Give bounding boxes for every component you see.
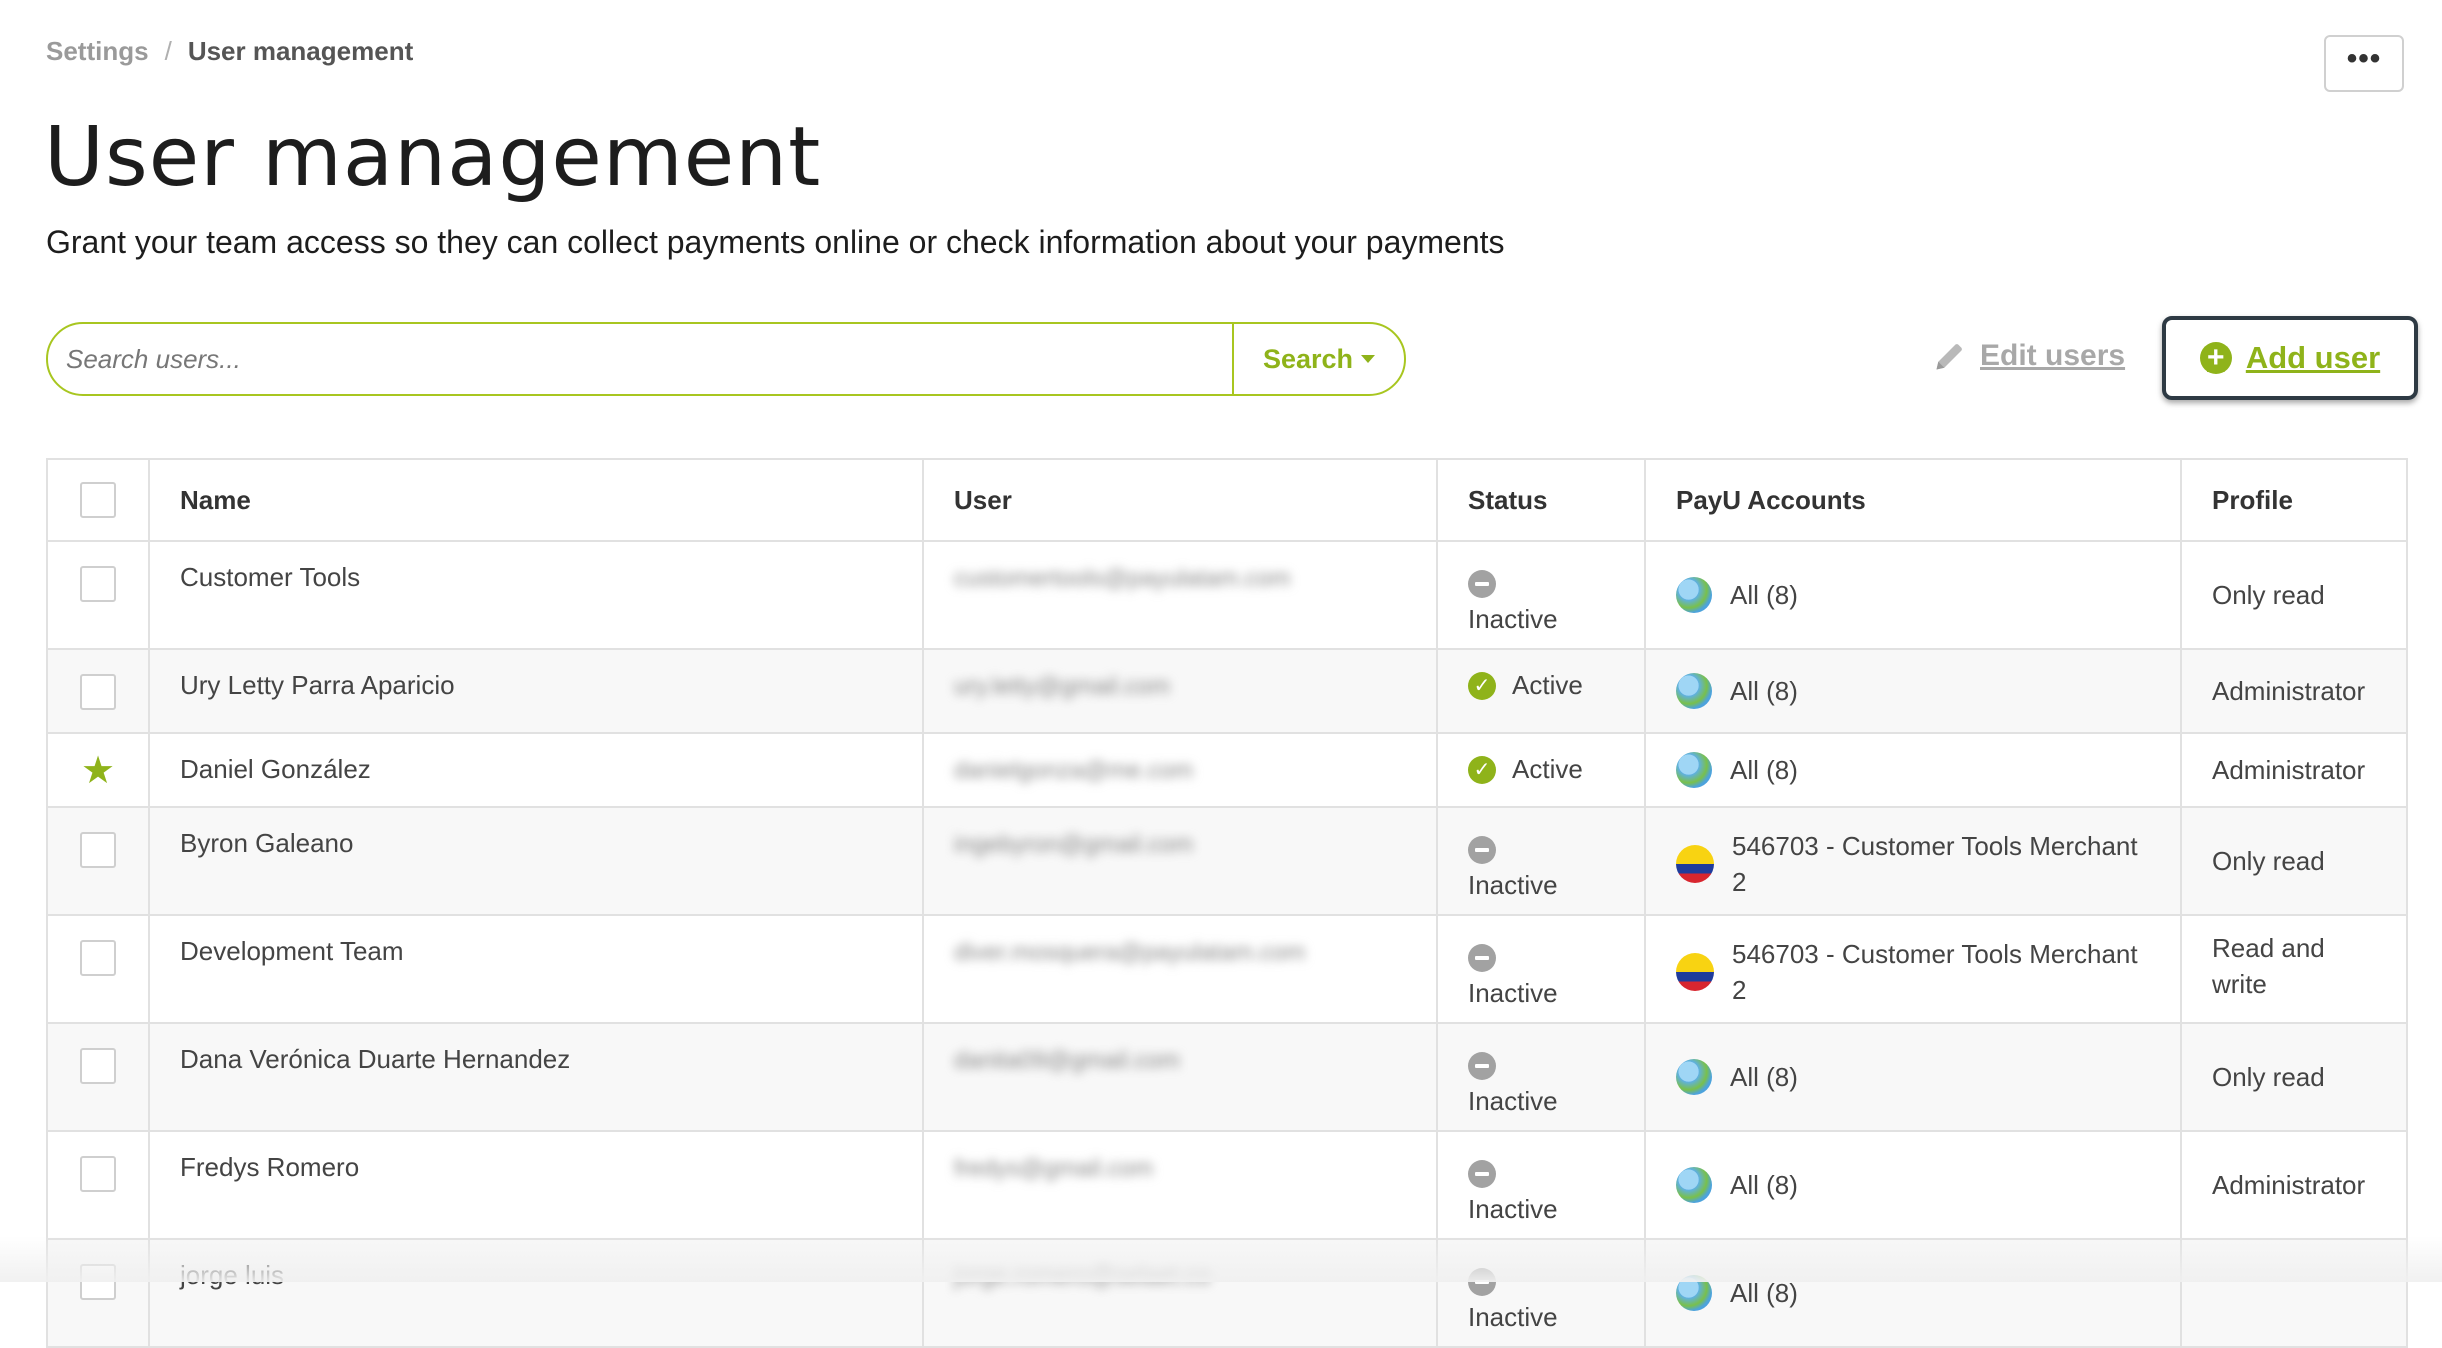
table-header-row: Name User Status PayU Accounts Profile (46, 458, 2408, 542)
search-button-label: Search (1262, 343, 1354, 374)
breadcrumb: Settings / User management (46, 36, 413, 67)
caret-down-icon (1361, 355, 1376, 363)
table-row[interactable]: Development Team diver.mosquera@payulata… (46, 914, 2408, 1024)
account-label: All (8) (1730, 1061, 1798, 1092)
account-label: All (8) (1730, 675, 1798, 706)
colombia-flag-icon (1676, 845, 1714, 883)
status-cell: Inactive (1436, 806, 1646, 916)
pencil-icon (1936, 344, 1962, 370)
row-checkbox[interactable] (80, 832, 116, 868)
globe-icon (1676, 752, 1712, 788)
profile-label: Administrator (2180, 732, 2408, 808)
breadcrumb-current: User management (187, 36, 414, 66)
add-user-button[interactable]: + Add user (2162, 316, 2418, 400)
row-checkbox[interactable] (80, 1156, 116, 1192)
row-checkbox[interactable] (80, 1048, 116, 1084)
more-options-button[interactable]: ••• (2324, 35, 2404, 92)
inactive-status-icon (1468, 1052, 1496, 1080)
inactive-status-icon (1468, 1160, 1496, 1188)
page-subtitle: Grant your team access so they can colle… (46, 224, 1505, 260)
table-row[interactable]: Byron Galeano ingebyron@gmail.com Inacti… (46, 806, 2408, 916)
edit-users-link[interactable]: Edit users (1932, 338, 2125, 374)
user-name: Development Team (148, 914, 924, 1024)
status-cell: Inactive (1436, 1130, 1646, 1240)
page-title: User management (44, 110, 822, 205)
inactive-status-icon (1468, 944, 1496, 972)
status-label: Inactive (1468, 1086, 1558, 1116)
profile-label: Administrator (2180, 1130, 2408, 1240)
status-label: Inactive (1468, 604, 1558, 634)
users-table: Name User Status PayU Accounts Profile C… (46, 458, 2408, 1348)
user-email: ury.letty@gmail.com (954, 673, 1170, 700)
active-check-icon: ✓ (1468, 671, 1496, 700)
column-header-user[interactable]: User (922, 458, 1438, 542)
colombia-flag-icon (1676, 953, 1714, 991)
account-label: All (8) (1730, 1277, 1798, 1308)
user-name: Ury Letty Parra Aparicio (148, 648, 924, 734)
profile-label: Administrator (2180, 648, 2408, 734)
add-user-label: Add user (2245, 340, 2381, 375)
column-header-status[interactable]: Status (1436, 458, 1646, 542)
profile-label: Read and write (2180, 914, 2408, 1024)
breadcrumb-separator: / (164, 36, 172, 66)
select-all-checkbox[interactable] (80, 482, 116, 518)
user-email: customertools@payulatam.com (954, 565, 1291, 592)
search-bar: Search (46, 322, 1406, 396)
user-name: Daniel González (148, 732, 924, 808)
row-checkbox[interactable] (80, 566, 116, 602)
inactive-status-icon (1468, 570, 1496, 598)
table-row[interactable]: Fredys Romero fredys@gmail.com Inactive … (46, 1130, 2408, 1240)
bottom-fade (0, 1236, 2442, 1282)
globe-icon (1676, 1059, 1712, 1095)
status-label: Inactive (1468, 1194, 1558, 1224)
search-input[interactable] (48, 324, 1232, 394)
edit-users-label: Edit users (1980, 339, 2126, 372)
search-button[interactable]: Search (1232, 324, 1404, 394)
plus-circle-icon: + (2199, 342, 2232, 374)
profile-label: Only read (2180, 806, 2408, 916)
table-row[interactable]: ★ Daniel González danielgonza@me.com ✓ Ac… (46, 732, 2408, 808)
column-header-profile[interactable]: Profile (2180, 458, 2408, 542)
account-label: 546703 - Customer Tools Merchant 2 (1732, 831, 2138, 897)
globe-icon (1676, 1167, 1712, 1203)
user-name: Byron Galeano (148, 806, 924, 916)
status-label: Inactive (1468, 978, 1558, 1008)
star-icon[interactable]: ★ (78, 752, 118, 790)
profile-label: Only read (2180, 540, 2408, 650)
column-header-name[interactable]: Name (148, 458, 924, 542)
account-label: All (8) (1730, 754, 1798, 785)
status-cell: Inactive (1436, 540, 1646, 650)
active-check-icon: ✓ (1468, 755, 1496, 784)
column-header-accounts[interactable]: PayU Accounts (1644, 458, 2182, 542)
row-checkbox[interactable] (80, 940, 116, 976)
user-name: Fredys Romero (148, 1130, 924, 1240)
user-name: Dana Verónica Duarte Hernandez (148, 1022, 924, 1132)
status-label: Active (1512, 670, 1583, 700)
globe-icon (1676, 673, 1712, 709)
profile-label: Only read (2180, 1022, 2408, 1132)
breadcrumb-settings-link[interactable]: Settings (46, 36, 149, 66)
status-label: Inactive (1468, 870, 1558, 900)
account-label: 546703 - Customer Tools Merchant 2 (1732, 939, 2138, 1005)
user-email: danita09@gmail.com (954, 1047, 1180, 1074)
account-label: All (8) (1730, 579, 1798, 610)
more-icon: ••• (2346, 41, 2382, 75)
user-email: danielgonza@me.com (954, 757, 1194, 784)
user-name: Customer Tools (148, 540, 924, 650)
user-email: diver.mosquera@payulatam.com (954, 939, 1306, 966)
table-row[interactable]: Dana Verónica Duarte Hernandez danita09@… (46, 1022, 2408, 1132)
inactive-status-icon (1468, 836, 1496, 864)
status-label: Inactive (1468, 1302, 1558, 1332)
status-cell: Inactive (1436, 1022, 1646, 1132)
globe-icon (1676, 577, 1712, 613)
row-checkbox[interactable] (80, 674, 116, 710)
status-cell: Inactive (1436, 914, 1646, 1024)
table-row[interactable]: Ury Letty Parra Aparicio ury.letty@gmail… (46, 648, 2408, 734)
user-email: ingebyron@gmail.com (954, 831, 1194, 858)
user-email: fredys@gmail.com (954, 1155, 1154, 1182)
account-label: All (8) (1730, 1169, 1798, 1200)
status-label: Active (1512, 754, 1583, 784)
table-row[interactable]: Customer Tools customertools@payulatam.c… (46, 540, 2408, 650)
